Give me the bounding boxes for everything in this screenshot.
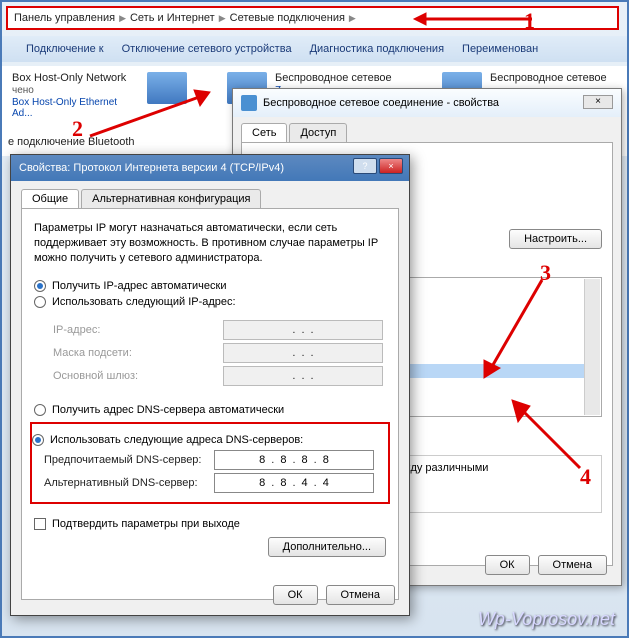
connection-status: чено	[12, 85, 139, 96]
toolbar-disable[interactable]: Отключение сетевого устройства	[122, 43, 292, 55]
dns1-label: Предпочитаемый DNS-сервер:	[44, 454, 214, 466]
gateway-input: ...	[223, 366, 383, 386]
breadcrumb-item[interactable]: Панель управления	[14, 12, 115, 24]
network-icon	[147, 72, 187, 104]
configure-button[interactable]: Настроить...	[509, 229, 602, 249]
dns-group-highlighted: Использовать следующие адреса DNS-сервер…	[30, 422, 390, 504]
tabs: Общие Альтернативная конфигурация	[11, 181, 409, 208]
connection-name: Box Host-Only Network	[12, 72, 139, 84]
checkbox-label: Подтвердить параметры при выходе	[52, 518, 240, 530]
breadcrumb-item[interactable]: Сетевые подключения	[230, 12, 345, 24]
radio-icon[interactable]	[32, 434, 44, 446]
description-text: Параметры IP могут назначаться автоматич…	[34, 221, 386, 266]
toolbar-diagnose[interactable]: Диагностика подключения	[310, 43, 444, 55]
ip-input: ...	[223, 320, 383, 340]
mask-input: ...	[223, 343, 383, 363]
toolbar: Подключение к Отключение сетевого устрой…	[2, 36, 627, 62]
tab-body: Параметры IP могут назначаться автоматич…	[21, 208, 399, 600]
checkbox-icon[interactable]	[34, 518, 46, 530]
dns1-input[interactable]: 8. 8. 8. 8	[214, 450, 374, 470]
scrollbar[interactable]	[584, 279, 600, 415]
toolbar-connect[interactable]: Подключение к	[26, 43, 104, 55]
radio-label: Получить IP-адрес автоматически	[52, 280, 226, 292]
chevron-right-icon: ▶	[219, 13, 226, 24]
annotation-number: 4	[580, 464, 591, 490]
tab-network[interactable]: Сеть	[241, 123, 287, 142]
chevron-right-icon: ▶	[349, 13, 356, 24]
network-icon	[241, 95, 257, 111]
cancel-button[interactable]: Отмена	[538, 555, 607, 575]
radio-auto-ip[interactable]: Получить IP-адрес автоматически	[34, 280, 386, 292]
close-button[interactable]: ×	[379, 158, 403, 174]
radio-auto-dns[interactable]: Получить адрес DNS-сервера автоматически	[34, 404, 386, 416]
chevron-right-icon: ▶	[119, 13, 126, 24]
ip-label: IP-адрес:	[53, 324, 223, 336]
toolbar-rename[interactable]: Переименован	[462, 43, 538, 55]
annotation-number: 1	[524, 8, 535, 34]
gateway-label: Основной шлюз:	[53, 370, 223, 382]
tab-alt-config[interactable]: Альтернативная конфигурация	[81, 189, 261, 208]
mask-label: Маска подсети:	[53, 347, 223, 359]
help-button[interactable]: ?	[353, 158, 377, 174]
dialog-title: Свойства: Протокол Интернета версии 4 (T…	[19, 162, 284, 174]
dns2-input[interactable]: 8. 8. 4. 4	[214, 473, 374, 493]
ipv4-properties-dialog: Свойства: Протокол Интернета версии 4 (T…	[10, 154, 410, 616]
connection-name: Беспроводное сетевое	[490, 72, 607, 84]
dialog-titlebar[interactable]: Беспроводное сетевое соединение - свойст…	[233, 89, 621, 117]
advanced-button[interactable]: Дополнительно...	[268, 537, 386, 557]
breadcrumb-item[interactable]: Сеть и Интернет	[130, 12, 215, 24]
close-button[interactable]: ×	[583, 95, 613, 109]
radio-label: Использовать следующий IP-адрес:	[52, 296, 236, 308]
radio-icon[interactable]	[34, 296, 46, 308]
ok-button[interactable]: ОК	[273, 585, 318, 605]
cancel-button[interactable]: Отмена	[326, 585, 395, 605]
annotation-number: 3	[540, 260, 551, 286]
validate-checkbox-row[interactable]: Подтвердить параметры при выходе	[34, 518, 386, 530]
dns2-label: Альтернативный DNS-сервер:	[44, 477, 214, 489]
connection-name: Беспроводное сетевое	[275, 72, 392, 84]
dialog-title: Беспроводное сетевое соединение - свойст…	[263, 97, 499, 109]
dialog-titlebar[interactable]: Свойства: Протокол Интернета версии 4 (T…	[11, 155, 409, 181]
tabs: Сеть Доступ	[233, 117, 621, 142]
radio-label: Использовать следующие адреса DNS-сервер…	[50, 434, 303, 446]
tab-access[interactable]: Доступ	[289, 123, 347, 142]
tab-general[interactable]: Общие	[21, 189, 79, 208]
ok-button[interactable]: ОК	[485, 555, 530, 575]
radio-label: Получить адрес DNS-сервера автоматически	[52, 404, 284, 416]
watermark: Wp-Voprosov.net	[478, 609, 615, 630]
radio-icon[interactable]	[34, 280, 46, 292]
annotation-number: 2	[72, 116, 83, 142]
radio-icon[interactable]	[34, 404, 46, 416]
radio-manual-dns[interactable]: Использовать следующие адреса DNS-сервер…	[32, 434, 376, 446]
radio-manual-ip[interactable]: Использовать следующий IP-адрес:	[34, 296, 386, 308]
